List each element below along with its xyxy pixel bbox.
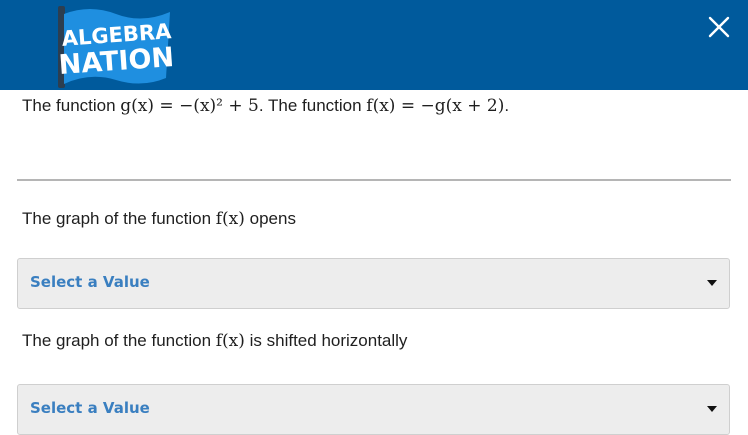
question-2-after: is shifted horizontally	[244, 331, 408, 350]
question-2-math: f(x)	[215, 331, 245, 351]
f-function-rhs: = −g(x + 2)	[395, 96, 505, 116]
problem-middle: . The function	[258, 96, 367, 115]
section-divider	[17, 179, 731, 181]
question-1-before: The graph of the function	[22, 209, 216, 228]
algebra-nation-logo: ALGEBRA NATION	[58, 6, 175, 88]
question-1-math: f(x)	[215, 209, 245, 229]
question-2-dropdown[interactable]: Select a Value	[17, 384, 730, 435]
chevron-down-icon	[707, 280, 717, 286]
question-content: The function g(x) = −(x)² + 5. The funct…	[0, 90, 748, 435]
question-2-dropdown-value: Select a Value	[30, 399, 150, 417]
question-1-dropdown[interactable]: Select a Value	[17, 258, 730, 309]
g-function-lhs: g(x)	[120, 96, 155, 116]
problem-prefix: The function	[22, 96, 121, 115]
close-button[interactable]	[702, 10, 736, 44]
problem-suffix: .	[504, 96, 510, 115]
f-function-lhs: f(x)	[366, 96, 396, 116]
close-x-icon	[708, 16, 730, 38]
question-1-after: opens	[244, 209, 296, 228]
g-function-rhs: = −(x)² + 5	[154, 96, 259, 116]
question-2-before: The graph of the function	[22, 331, 216, 350]
chevron-down-icon	[707, 406, 717, 412]
problem-statement: The function g(x) = −(x)² + 5. The funct…	[22, 94, 509, 118]
question-1-dropdown-value: Select a Value	[30, 273, 150, 291]
question-1-text: The graph of the function f(x) opens	[22, 207, 296, 231]
question-2-text: The graph of the function f(x) is shifte…	[22, 329, 407, 353]
app-header: ALGEBRA NATION	[0, 0, 748, 90]
